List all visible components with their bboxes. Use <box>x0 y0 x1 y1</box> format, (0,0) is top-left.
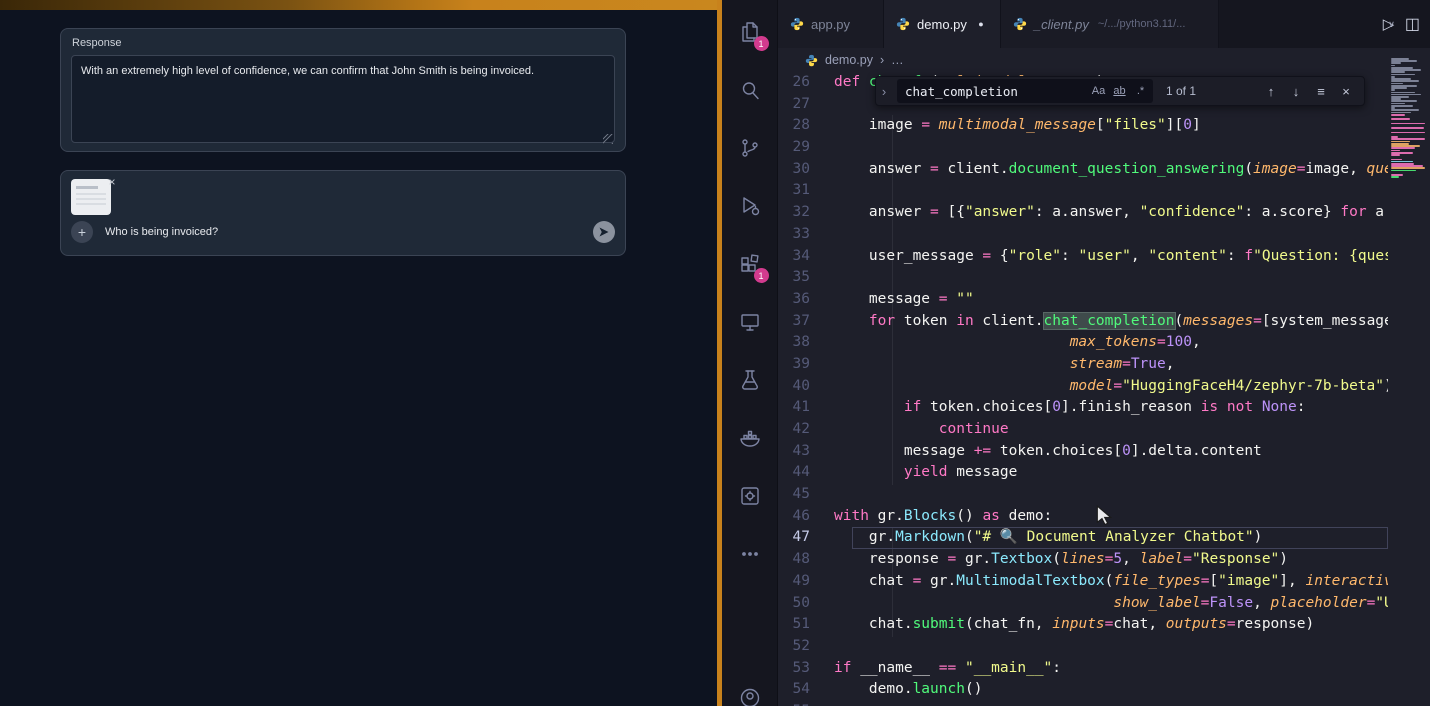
modified-dot: ● <box>974 19 988 29</box>
app-titlebar <box>0 0 717 10</box>
message-input[interactable] <box>105 226 581 238</box>
activity-item-source-control[interactable] <box>730 128 770 168</box>
source-control-icon <box>738 136 762 160</box>
gradio-app-window: Response With an extremely high level of… <box>0 0 717 706</box>
activity-item-run-debug[interactable] <box>730 186 770 226</box>
response-textarea[interactable]: With an extremely high level of confiden… <box>71 55 615 143</box>
editor-pane: 26def chat_fn(multimodal_message):2728 i… <box>778 72 1388 706</box>
editor-actions: ▷ ∨ ◫ <box>1377 0 1426 48</box>
docker-icon <box>738 426 762 450</box>
code-line-31[interactable]: 31 <box>778 180 1388 202</box>
remote-explorer-icon <box>738 310 762 334</box>
vscode-window: 1 <box>722 0 1430 706</box>
chat-input-row: + <box>71 220 615 244</box>
account-icon <box>738 686 762 706</box>
run-python-file-button[interactable]: ▷ ∨ <box>1383 15 1395 33</box>
activity-item-testing[interactable] <box>730 360 770 400</box>
code-line-41[interactable]: 41 if token.choices[0].finish_reason is … <box>778 397 1388 419</box>
more-icon <box>738 542 762 566</box>
activity-item-search[interactable] <box>730 70 770 110</box>
tab-demo.py[interactable]: demo.py● <box>884 0 1001 48</box>
code-line-37[interactable]: 37 for token in client.chat_completion(m… <box>778 311 1388 333</box>
activity-item-explorer[interactable]: 1 <box>730 12 770 52</box>
code-line-51[interactable]: 51 chat.submit(chat_fn, inputs=chat, out… <box>778 614 1388 636</box>
testing-beaker-icon <box>738 368 762 392</box>
code-line-50[interactable]: 50 show_label=False, placeholder="Upload… <box>778 593 1388 615</box>
python-file-icon <box>805 54 818 67</box>
explorer-badge: 1 <box>754 36 769 51</box>
code-line-48[interactable]: 48 response = gr.Textbox(lines=5, label=… <box>778 549 1388 571</box>
run-debug-icon <box>738 194 762 218</box>
send-button[interactable] <box>593 221 615 243</box>
code-line-49[interactable]: 49 chat = gr.MultimodalTextbox(file_type… <box>778 571 1388 593</box>
code-line-44[interactable]: 44 yield message <box>778 462 1388 484</box>
code-line-55[interactable]: 55 <box>778 701 1388 706</box>
find-in-selection-button[interactable]: ≡ <box>1311 81 1331 101</box>
activity-item-account[interactable] <box>738 686 762 706</box>
split-editor-button[interactable]: ◫ <box>1405 14 1420 34</box>
code-line-54[interactable]: 54 demo.launch() <box>778 679 1388 701</box>
breadcrumb-more: … <box>891 53 904 67</box>
code-line-30[interactable]: 30 answer = client.document_question_ans… <box>778 159 1388 181</box>
tab-_client.py[interactable]: _client.py~/.../python3.11/... <box>1001 0 1219 48</box>
close-find-button[interactable]: × <box>1336 81 1356 101</box>
next-match-button[interactable]: ↓ <box>1286 81 1306 101</box>
code-line-29[interactable]: 29 <box>778 137 1388 159</box>
find-results-count: 1 of 1 <box>1166 84 1196 98</box>
remove-attachment-icon[interactable]: × <box>105 175 119 189</box>
code-lines: 26def chat_fn(multimodal_message):2728 i… <box>778 72 1388 706</box>
code-line-47[interactable]: 47 gr.Markdown("# 🔍 Document Analyzer Ch… <box>778 527 1388 549</box>
multimodal-input-block: × + <box>60 170 626 256</box>
breadcrumb-file: demo.py <box>825 53 873 67</box>
regex-toggle[interactable]: .* <box>1131 82 1150 101</box>
code-line-43[interactable]: 43 message += token.choices[0].delta.con… <box>778 441 1388 463</box>
activity-item-more[interactable] <box>730 534 770 574</box>
send-icon <box>598 226 610 238</box>
activity-item-tools[interactable] <box>730 476 770 516</box>
tab-app.py[interactable]: app.py <box>778 0 884 48</box>
code-line-46[interactable]: 46with gr.Blocks() as demo: <box>778 506 1388 528</box>
breadcrumb-separator: › <box>880 53 884 67</box>
code-line-40[interactable]: 40 model="HuggingFaceH4/zephyr-7b-beta")… <box>778 376 1388 398</box>
python-file-icon <box>790 17 804 31</box>
screen: Response With an extremely high level of… <box>0 0 1430 706</box>
code-line-34[interactable]: 34 user_message = {"role": "user", "cont… <box>778 246 1388 268</box>
find-widget: › Aa ab .* 1 of 1 ↑ ↓ ≡ × <box>875 76 1365 106</box>
run-dropdown-icon: ∨ <box>1388 19 1395 30</box>
activity-item-docker[interactable] <box>730 418 770 458</box>
response-block: Response With an extremely high level of… <box>60 28 626 152</box>
code-line-38[interactable]: 38 max_tokens=100, <box>778 332 1388 354</box>
code-line-36[interactable]: 36 message = "" <box>778 289 1388 311</box>
activity-item-extensions[interactable]: 1 <box>730 244 770 284</box>
code-line-45[interactable]: 45 <box>778 484 1388 506</box>
find-input-wrap: Aa ab .* <box>897 79 1153 103</box>
whole-word-toggle[interactable]: ab <box>1110 82 1129 101</box>
find-expand-toggle[interactable]: › <box>876 77 892 105</box>
textarea-resize-handle[interactable] <box>603 134 613 144</box>
code-line-42[interactable]: 42 continue <box>778 419 1388 441</box>
code-line-39[interactable]: 39 stream=True, <box>778 354 1388 376</box>
minimap[interactable] <box>1388 48 1430 706</box>
breadcrumb[interactable]: demo.py › … <box>778 48 1388 72</box>
activity-bar: 1 <box>722 0 778 706</box>
python-file-icon <box>896 17 910 31</box>
code-line-35[interactable]: 35 <box>778 267 1388 289</box>
find-toggles: Aa ab .* <box>1089 82 1150 101</box>
tools-gear-icon <box>738 484 762 508</box>
python-file-icon <box>1013 17 1027 31</box>
code-line-53[interactable]: 53if __name__ == "__main__": <box>778 658 1388 680</box>
previous-match-button[interactable]: ↑ <box>1261 81 1281 101</box>
extensions-badge: 1 <box>754 268 769 283</box>
match-case-toggle[interactable]: Aa <box>1089 82 1108 101</box>
add-attachment-button[interactable]: + <box>71 221 93 243</box>
search-icon <box>738 78 762 102</box>
response-label: Response <box>72 37 122 49</box>
activity-item-remote-explorer[interactable] <box>730 302 770 342</box>
tab-bar-tabs: app.py demo.py● _client.py~/.../python3.… <box>778 0 1219 48</box>
code-line-33[interactable]: 33 <box>778 224 1388 246</box>
code-line-32[interactable]: 32 answer = [{"answer": a.answer, "confi… <box>778 202 1388 224</box>
code-line-52[interactable]: 52 <box>778 636 1388 658</box>
tab-bar: app.py demo.py● _client.py~/.../python3.… <box>778 0 1430 48</box>
code-line-28[interactable]: 28 image = multimodal_message["files"][0… <box>778 115 1388 137</box>
